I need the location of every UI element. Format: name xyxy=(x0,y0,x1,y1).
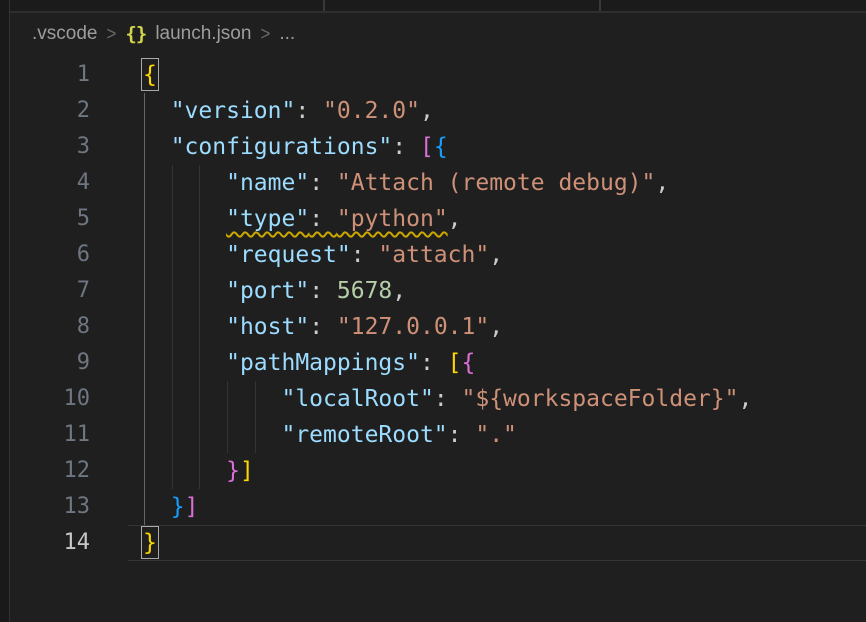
code-token: "127.0.0.1" xyxy=(337,314,489,340)
code-token xyxy=(143,134,171,160)
line-number-13[interactable]: 13 xyxy=(10,489,90,525)
code-token: "0.2.0" xyxy=(323,98,420,124)
line-number-14[interactable]: 14 xyxy=(10,525,90,561)
code-token: "${workspaceFolder}" xyxy=(462,386,739,412)
code-token: "host" xyxy=(226,314,309,340)
code-editor[interactable]: 1234567891011121314 { "version": "0.2.0"… xyxy=(10,0,866,622)
code-token: : xyxy=(309,314,337,340)
code-token: , xyxy=(392,278,406,304)
code-token: , xyxy=(738,386,752,412)
code-token xyxy=(143,422,281,448)
line-number-12[interactable]: 12 xyxy=(10,453,90,489)
line-number-1[interactable]: 1 xyxy=(10,57,90,93)
code-token xyxy=(143,458,226,484)
code-token: : xyxy=(420,350,448,376)
bracket-match-box xyxy=(141,58,159,91)
code-token: , xyxy=(489,314,503,340)
code-line-3[interactable]: "configurations": [{ xyxy=(143,129,448,165)
code-line-13[interactable]: }] xyxy=(143,489,198,525)
code-line-5[interactable]: "type": "python", xyxy=(143,201,462,237)
code-token: } xyxy=(171,494,185,520)
code-token xyxy=(143,386,281,412)
current-line-highlight xyxy=(128,525,866,561)
code-token: "type" xyxy=(226,206,309,232)
line-number-10[interactable]: 10 xyxy=(10,381,90,417)
line-number-3[interactable]: 3 xyxy=(10,129,90,165)
warning-squiggle: "type": "python" xyxy=(226,206,448,232)
line-number-7[interactable]: 7 xyxy=(10,273,90,309)
code-line-10[interactable]: "localRoot": "${workspaceFolder}", xyxy=(143,381,752,417)
code-token: , xyxy=(448,206,462,232)
line-number-2[interactable]: 2 xyxy=(10,93,90,129)
code-token xyxy=(143,170,226,196)
code-token: , xyxy=(420,98,434,124)
code-token: "name" xyxy=(226,170,309,196)
code-token: , xyxy=(655,170,669,196)
code-token: , xyxy=(489,242,503,268)
code-token: : xyxy=(295,98,323,124)
code-token: ] xyxy=(185,494,199,520)
code-token: "port" xyxy=(226,278,309,304)
code-token: : xyxy=(434,386,462,412)
code-line-12[interactable]: }] xyxy=(143,453,254,489)
code-token: [ xyxy=(420,134,434,160)
code-token: : xyxy=(448,422,476,448)
code-token: 5678 xyxy=(337,278,392,304)
code-line-9[interactable]: "pathMappings": [{ xyxy=(143,345,475,381)
code-token xyxy=(143,206,226,232)
line-number-5[interactable]: 5 xyxy=(10,201,90,237)
editor-group-left-edge xyxy=(0,0,10,622)
code-token: "request" xyxy=(226,242,351,268)
code-token xyxy=(143,242,226,268)
code-token: "pathMappings" xyxy=(226,350,420,376)
code-token: [ xyxy=(448,350,462,376)
code-line-2[interactable]: "version": "0.2.0", xyxy=(143,93,434,129)
line-number-6[interactable]: 6 xyxy=(10,237,90,273)
code-token: "configurations" xyxy=(171,134,393,160)
vscode-editor-window: .vscode>{}launch.json>... 12345678910111… xyxy=(0,0,866,622)
code-token: "localRoot" xyxy=(281,386,433,412)
code-token xyxy=(143,98,171,124)
code-token: } xyxy=(226,458,240,484)
code-token: "." xyxy=(475,422,517,448)
code-token: : xyxy=(309,278,337,304)
code-line-11[interactable]: "remoteRoot": "." xyxy=(143,417,517,453)
code-token: { xyxy=(434,134,448,160)
code-token: : xyxy=(351,242,379,268)
code-token: "version" xyxy=(171,98,296,124)
code-line-7[interactable]: "port": 5678, xyxy=(143,273,406,309)
line-number-11[interactable]: 11 xyxy=(10,417,90,453)
line-number-9[interactable]: 9 xyxy=(10,345,90,381)
code-token: : xyxy=(392,134,420,160)
code-line-4[interactable]: "name": "Attach (remote debug)", xyxy=(143,165,669,201)
code-token: "Attach (remote debug)" xyxy=(337,170,656,196)
code-token xyxy=(143,494,171,520)
line-number-4[interactable]: 4 xyxy=(10,165,90,201)
code-token: ] xyxy=(240,458,254,484)
code-token: "remoteRoot" xyxy=(281,422,447,448)
code-token xyxy=(143,314,226,340)
code-token xyxy=(143,350,226,376)
bracket-match-box xyxy=(141,526,159,559)
code-token: { xyxy=(462,350,476,376)
code-line-6[interactable]: "request": "attach", xyxy=(143,237,503,273)
code-token: : xyxy=(309,170,337,196)
code-line-8[interactable]: "host": "127.0.0.1", xyxy=(143,309,503,345)
code-token: "python" xyxy=(337,206,448,232)
code-token xyxy=(143,278,226,304)
code-token: "attach" xyxy=(378,242,489,268)
code-token: : xyxy=(309,206,337,232)
line-number-8[interactable]: 8 xyxy=(10,309,90,345)
